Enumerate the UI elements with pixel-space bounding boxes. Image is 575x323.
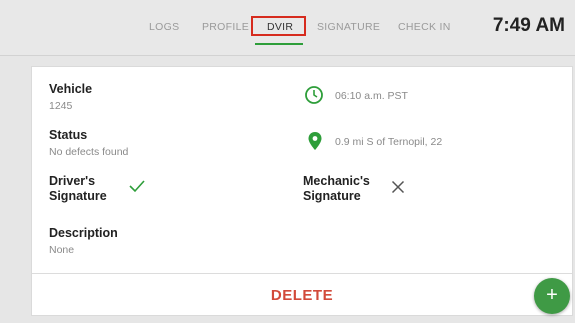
location-pin-icon <box>308 132 322 150</box>
tab-profile[interactable]: PROFILE <box>202 21 249 33</box>
tab-logs[interactable]: LOGS <box>149 21 179 33</box>
vehicle-value: 1245 <box>49 100 73 112</box>
dvir-report-card: Vehicle 1245 Status No defects found Dri… <box>31 66 573 316</box>
mechanic-signature-line-1: Mechanic's <box>303 174 370 188</box>
description-label: Description <box>49 226 118 240</box>
status-value: No defects found <box>49 146 129 158</box>
mechanic-signature-label: Mechanic's Signature <box>303 174 370 204</box>
inspection-time: 06:10 a.m. PST <box>335 90 408 102</box>
add-button[interactable]: + <box>534 278 570 314</box>
mechanic-signature-line-2: Signature <box>303 189 361 203</box>
close-icon <box>391 180 405 194</box>
current-time: 7:49 AM <box>492 15 565 36</box>
status-label: Status <box>49 128 88 142</box>
dvir-screen: LOGS PROFILE DVIR SIGNATURE CHECK IN 7:4… <box>0 0 575 323</box>
tab-dvir[interactable]: DVIR <box>267 21 293 33</box>
checkmark-icon <box>129 180 145 193</box>
description-value: None <box>49 244 75 256</box>
active-tab-indicator <box>255 43 303 45</box>
delete-button[interactable]: DELETE <box>252 287 352 304</box>
tab-check-in[interactable]: CHECK IN <box>398 21 451 33</box>
inspection-location: 0.9 mi S of Ternopil, 22 <box>335 136 443 148</box>
card-divider <box>32 273 572 274</box>
clock-icon <box>305 86 323 104</box>
vehicle-label: Vehicle <box>49 82 93 96</box>
top-nav-bar: LOGS PROFILE DVIR SIGNATURE CHECK IN 7:4… <box>0 0 575 56</box>
driver-signature-label: Driver's Signature <box>49 174 107 204</box>
tab-signature[interactable]: SIGNATURE <box>317 21 380 33</box>
driver-signature-line-1: Driver's <box>49 174 96 188</box>
driver-signature-line-2: Signature <box>49 189 107 203</box>
